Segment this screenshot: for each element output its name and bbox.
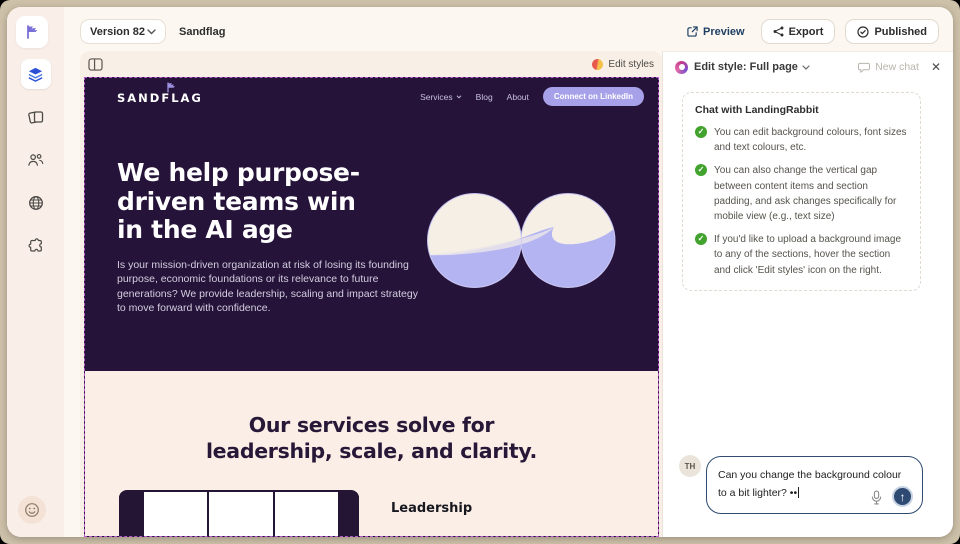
style-swirl-icon xyxy=(675,60,688,74)
smiley-icon xyxy=(25,503,39,517)
services-section[interactable]: Our services solve for leadership, scale,… xyxy=(85,371,658,536)
linkedin-cta-button[interactable]: Connect on LinkedIn xyxy=(542,87,644,106)
segmented-bar-graphic xyxy=(119,490,359,536)
edit-style-panel: Edit style: Full page New chat ✕ Chat wi… xyxy=(662,51,953,537)
version-dropdown[interactable]: Version 82 xyxy=(80,19,166,44)
flag-logo-icon xyxy=(27,25,38,39)
preview-button[interactable]: Preview xyxy=(681,22,751,42)
microphone-icon[interactable] xyxy=(871,490,882,505)
chevron-down-icon xyxy=(802,64,810,70)
sidebar-item-plugins[interactable] xyxy=(21,231,51,261)
project-name: Sandflag xyxy=(179,26,226,38)
chat-message-input[interactable]: Can you change the background colour to … xyxy=(706,456,923,514)
sidebar-item-layers[interactable] xyxy=(20,59,51,89)
published-label: Published xyxy=(874,25,927,38)
new-chat-button[interactable]: New chat xyxy=(858,61,919,73)
site-nav: Services Blog About Connect on LinkedIn xyxy=(420,78,644,115)
panel-title-dropdown[interactable]: Edit style: Full page xyxy=(694,61,810,73)
edit-styles-button[interactable]: Edit styles xyxy=(592,58,654,70)
edit-styles-label: Edit styles xyxy=(608,58,654,70)
new-chat-label: New chat xyxy=(875,61,919,73)
preview-label: Preview xyxy=(703,25,745,38)
toolbar-actions: Preview Export Published xyxy=(681,19,939,44)
left-sidebar xyxy=(7,7,64,537)
desktop-frame: Version 82 Sandflag Preview Export Publi… xyxy=(0,0,960,544)
tips-card-title: Chat with LandingRabbit xyxy=(695,104,819,116)
app-logo[interactable] xyxy=(16,16,48,48)
chevron-down-icon xyxy=(147,28,156,34)
sidebar-item-users[interactable] xyxy=(21,145,51,175)
tip-item: ✓ You can also change the vertical gap b… xyxy=(695,163,908,224)
pages-icon xyxy=(27,111,43,124)
nav-item-blog[interactable]: Blog xyxy=(476,92,493,102)
leadership-label: Leadership xyxy=(391,501,473,516)
nav-item-about[interactable]: About xyxy=(507,92,529,102)
text-caret xyxy=(798,487,800,499)
send-button[interactable]: ↑ xyxy=(892,486,913,507)
check-circle-icon xyxy=(857,25,870,38)
sidebar-item-pages[interactable] xyxy=(21,102,51,132)
globe-icon xyxy=(28,196,43,210)
tip-item: ✓ You can edit background colours, font … xyxy=(695,125,908,155)
site-brand[interactable]: SANDFLAG xyxy=(117,91,203,105)
check-icon: ✓ xyxy=(695,233,707,246)
chat-bubble-icon xyxy=(858,62,871,73)
top-toolbar: Version 82 Sandflag Preview Export Publi… xyxy=(7,7,953,53)
check-icon: ✓ xyxy=(695,126,707,138)
app-window: Version 82 Sandflag Preview Export Publi… xyxy=(7,7,953,537)
export-label: Export xyxy=(788,25,824,38)
hero-heading: We help purpose-driven teams win in the A… xyxy=(117,158,360,244)
hero-dune-illustration xyxy=(427,193,616,288)
editor-canvas: Edit styles SANDFLAG Services Blog About xyxy=(80,51,662,537)
chevron-down-icon xyxy=(456,94,462,99)
services-heading: Our services solve for leadership, scale,… xyxy=(205,413,538,463)
panel-header: Edit style: Full page New chat ✕ xyxy=(663,52,953,82)
export-button[interactable]: Export xyxy=(760,19,836,44)
canvas-topbar: Edit styles xyxy=(80,51,662,77)
user-avatar: TH xyxy=(679,455,701,477)
nav-item-services[interactable]: Services xyxy=(420,92,462,102)
assistant-tips-card: Chat with LandingRabbit ✓ You can edit b… xyxy=(682,92,921,291)
puzzle-icon xyxy=(28,238,42,252)
close-panel-icon[interactable]: ✕ xyxy=(931,60,941,74)
tip-item: ✓ If you'd like to upload a background i… xyxy=(695,232,908,278)
sidebar-item-globe[interactable] xyxy=(21,188,51,218)
version-label: Version 82 xyxy=(90,25,146,38)
panel-title: Edit style: Full page xyxy=(694,61,798,73)
hero-section[interactable]: We help purpose-driven teams win in the A… xyxy=(85,115,658,371)
site-header: SANDFLAG Services Blog About Connect on … xyxy=(85,78,658,115)
published-button[interactable]: Published xyxy=(845,19,939,44)
check-icon: ✓ xyxy=(695,164,707,177)
style-gradient-icon xyxy=(592,58,604,70)
share-icon xyxy=(773,26,784,37)
hero-paragraph: Is your mission-driven organization at r… xyxy=(117,259,418,315)
layers-icon xyxy=(28,67,43,82)
feedback-button[interactable] xyxy=(18,496,46,524)
users-icon xyxy=(28,154,44,166)
site-preview[interactable]: SANDFLAG Services Blog About Connect on … xyxy=(84,77,659,537)
panel-toggle-icon[interactable] xyxy=(88,57,103,71)
external-link-icon xyxy=(687,26,698,37)
